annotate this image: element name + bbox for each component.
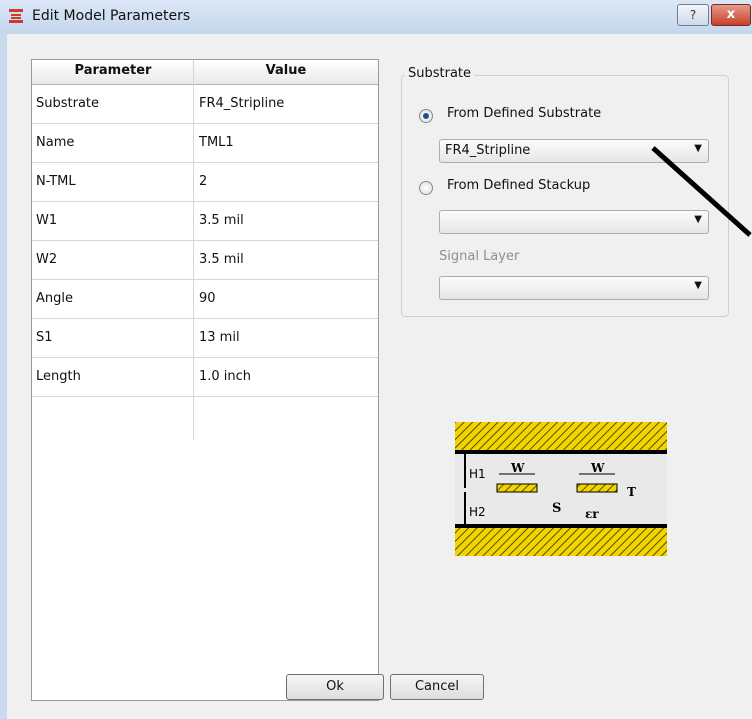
bottom-ground-plane xyxy=(455,528,667,556)
triangle-down-icon: ▼ xyxy=(694,280,702,291)
column-header-value[interactable]: Value xyxy=(194,63,378,78)
ok-button[interactable]: Ok xyxy=(286,674,384,700)
h2-label: H2 xyxy=(469,505,486,519)
er-label: εr xyxy=(585,507,599,521)
substrate-group-title: Substrate xyxy=(405,66,475,81)
top-ground-plane xyxy=(455,422,667,450)
from-defined-substrate-radio[interactable] xyxy=(419,109,433,123)
table-row[interactable]: W1 3.5 mil xyxy=(32,202,378,241)
table-header: Parameter Value xyxy=(32,60,378,85)
from-defined-substrate-label[interactable]: From Defined Substrate xyxy=(447,106,601,121)
stripline-cross-section-diagram: H1 H2 W W S T εr xyxy=(455,422,667,556)
value-cell[interactable]: 3.5 mil xyxy=(199,252,369,270)
table-row[interactable]: Substrate FR4_Stripline xyxy=(32,85,378,124)
table-row[interactable]: N-TML 2 xyxy=(32,163,378,202)
value-cell[interactable]: 2 xyxy=(199,174,369,192)
cancel-button[interactable]: Cancel xyxy=(390,674,484,700)
table-row[interactable]: Angle 90 xyxy=(32,280,378,319)
w1-label: W xyxy=(510,461,525,475)
table-row[interactable]: Length 1.0 inch xyxy=(32,358,378,397)
t-label: T xyxy=(627,485,636,499)
param-cell: Substrate xyxy=(36,96,100,111)
param-cell: N-TML xyxy=(36,174,76,189)
value-cell[interactable]: TML1 xyxy=(199,135,369,153)
w2-label: W xyxy=(590,461,605,475)
signal-layer-label: Signal Layer xyxy=(439,249,520,264)
parameter-table[interactable]: Parameter Value Substrate FR4_Stripline … xyxy=(31,59,379,701)
trace-left xyxy=(496,483,538,493)
value-cell[interactable]: 1.0 inch xyxy=(199,369,369,387)
value-cell[interactable]: FR4_Stripline xyxy=(199,96,369,114)
param-cell: W1 xyxy=(36,213,58,228)
close-button[interactable]: x xyxy=(711,4,751,26)
top-plane-edge xyxy=(455,450,667,454)
stack-layers-icon xyxy=(9,9,23,23)
bottom-plane-edge xyxy=(455,524,667,528)
dialog-body: Parameter Value Substrate FR4_Stripline … xyxy=(7,34,752,719)
value-cell[interactable]: 3.5 mil xyxy=(199,213,369,231)
callout-arrow-line xyxy=(651,146,752,237)
param-cell: Name xyxy=(36,135,75,150)
param-cell: Length xyxy=(36,369,81,384)
column-header-parameter[interactable]: Parameter xyxy=(32,63,194,78)
window-title: Edit Model Parameters xyxy=(32,8,191,24)
table-row[interactable]: W2 3.5 mil xyxy=(32,241,378,280)
h1-label: H1 xyxy=(469,467,486,481)
param-cell: Angle xyxy=(36,291,73,306)
param-cell: W2 xyxy=(36,252,58,267)
s-label: S xyxy=(552,501,561,516)
table-row[interactable]: Name TML1 xyxy=(32,124,378,163)
value-cell[interactable]: 13 mil xyxy=(199,330,369,348)
substrate-select-value: FR4_Stripline xyxy=(445,143,531,158)
signal-layer-select[interactable]: ▼ xyxy=(439,276,709,300)
trace-right xyxy=(576,483,618,493)
from-defined-stackup-label[interactable]: From Defined Stackup xyxy=(447,178,590,193)
value-cell[interactable]: 90 xyxy=(199,291,369,309)
param-cell: S1 xyxy=(36,330,53,345)
title-bar: Edit Model Parameters ? x xyxy=(0,0,752,34)
table-row[interactable]: S1 13 mil xyxy=(32,319,378,358)
help-button[interactable]: ? xyxy=(677,4,709,26)
from-defined-stackup-radio[interactable] xyxy=(419,181,433,195)
